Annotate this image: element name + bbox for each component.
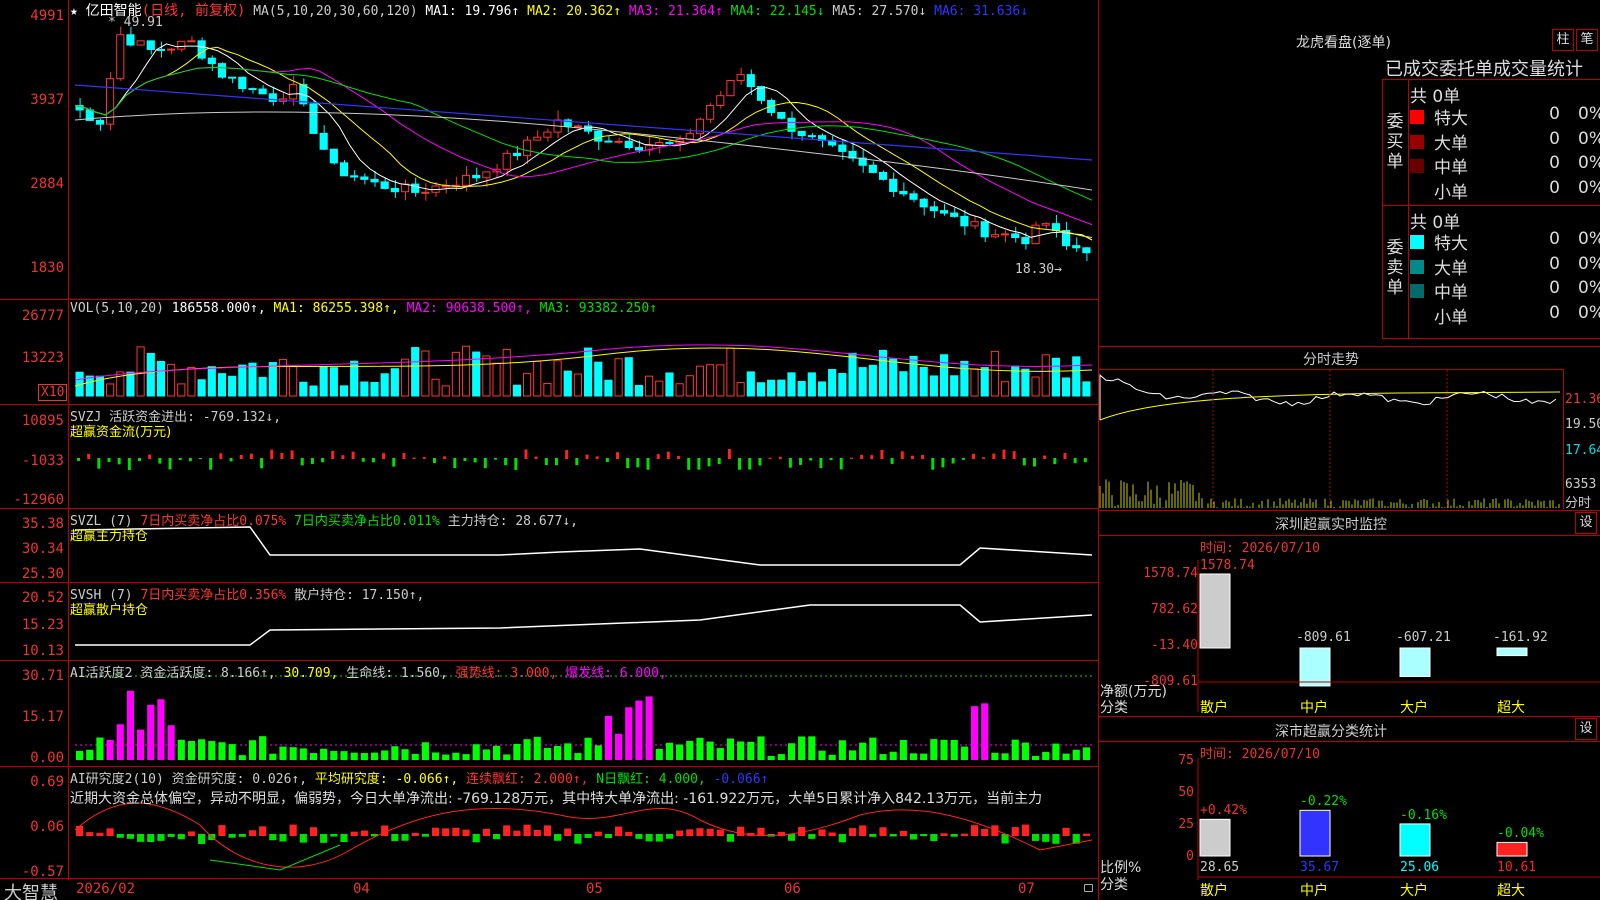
classify-value-label: 28.65 [1200, 860, 1240, 875]
classify-value-label: 35.67 [1300, 860, 1340, 875]
classify-bar-中户 [1299, 809, 1331, 857]
classify-change-label: +0.42% [1200, 803, 1247, 819]
classify-category-label: 超大 [1497, 883, 1525, 899]
classify-category-label: 中户 [1300, 883, 1328, 899]
classify-category-label: 散户 [1200, 883, 1228, 899]
classify-value-label: 10.61 [1497, 860, 1537, 875]
classify-change-label: -0.22% [1300, 794, 1347, 810]
classify-change-label: -0.16% [1400, 807, 1447, 823]
classify-change-label: -0.04% [1497, 826, 1544, 842]
classify-category-label: 大户 [1400, 883, 1428, 899]
classify-value-label: 25.06 [1400, 860, 1440, 875]
classify-bar-大户 [1399, 823, 1431, 857]
classify-chart [1197, 758, 1600, 880]
classify-bar-超大 [1496, 841, 1528, 857]
classify-bar-散户 [1199, 818, 1231, 857]
